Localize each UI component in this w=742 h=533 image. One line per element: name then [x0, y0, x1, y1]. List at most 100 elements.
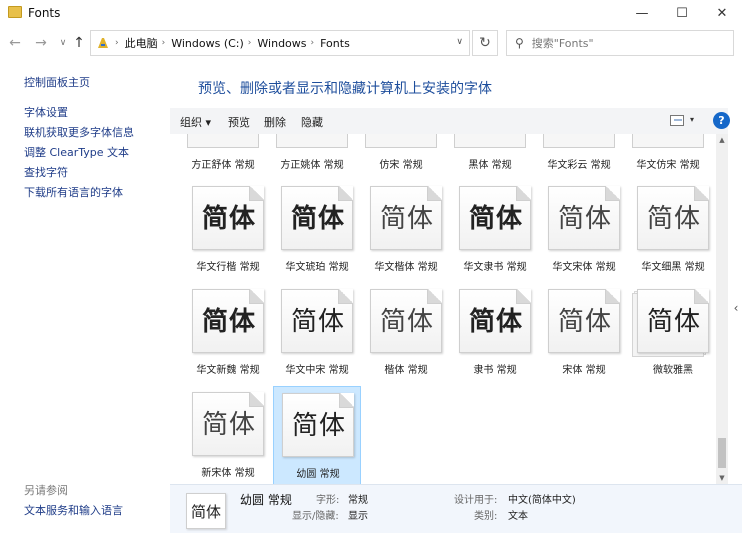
font-label: 华文中宋 常规: [285, 365, 349, 376]
font-tile-partial[interactable]: [365, 134, 437, 148]
back-button[interactable]: ←: [6, 34, 24, 52]
font-tile[interactable]: 简体 新宋体 常规: [184, 386, 272, 484]
close-button[interactable]: ✕: [704, 0, 740, 26]
font-label: 华文新魏 常规: [196, 365, 260, 376]
font-tile[interactable]: 简体 华文琥珀 常规: [273, 180, 361, 280]
font-label: 仿宋 常规: [379, 160, 423, 171]
font-sample-text: 简体: [291, 411, 346, 441]
font-tile-partial[interactable]: [632, 134, 704, 148]
find-character-link[interactable]: 查找字符: [24, 164, 68, 180]
preview-button[interactable]: 预览: [228, 114, 250, 130]
font-tile[interactable]: 简体 华文行楷 常规: [184, 180, 272, 280]
font-label: 华文琥珀 常规: [285, 262, 349, 273]
forward-button[interactable]: →: [32, 34, 50, 52]
font-tile[interactable]: 简体 华文楷体 常规: [362, 180, 450, 280]
font-preview-page: 简体: [637, 289, 709, 353]
breadcrumb-drive-c[interactable]: Windows (C:): [171, 37, 244, 50]
main-pane: 预览、删除或者显示和隐藏计算机上安装的字体 组织 ▾ 预览 删除 隐藏 ▾ ? …: [170, 60, 742, 533]
designed-for-value: 中文(简体中文): [508, 495, 576, 506]
font-label: 幼圆 常规: [296, 469, 340, 480]
designed-for-label: 设计用于:: [454, 495, 498, 506]
font-tile[interactable]: 简体 宋体 常规: [540, 283, 628, 383]
font-preview-page: 简体: [370, 289, 442, 353]
scroll-up-icon[interactable]: ▲: [716, 134, 728, 146]
category-label: 类别:: [474, 511, 498, 522]
search-input[interactable]: [531, 36, 722, 50]
font-label: 方正姚体 常规: [280, 160, 344, 171]
fonts-folder-icon: [97, 37, 109, 49]
font-label: 华文彩云 常规: [547, 160, 611, 171]
font-tile[interactable]: 简体 楷体 常规: [362, 283, 450, 383]
breadcrumb-separator: ›: [115, 38, 119, 48]
font-preview-page: 简体: [459, 186, 531, 250]
font-tile-partial[interactable]: [187, 134, 259, 148]
vertical-scrollbar[interactable]: ▲ ▼: [716, 134, 728, 484]
font-sample-text: 简体: [290, 204, 345, 234]
font-label: 新宋体 常规: [201, 468, 255, 479]
refresh-button[interactable]: ↻: [472, 30, 498, 56]
search-box[interactable]: ⚲: [506, 30, 734, 56]
font-label: 华文仿宋 常规: [636, 160, 700, 171]
hide-button[interactable]: 隐藏: [301, 114, 323, 130]
delete-button[interactable]: 删除: [264, 114, 286, 130]
font-sample-text: 简体: [379, 307, 434, 337]
font-tile[interactable]: 简体 隶书 常规: [451, 283, 539, 383]
details-pane: 简体 幼圆 常规 字形: 常规 显示/隐藏: 显示 设计用于: 中文(简体中文)…: [170, 484, 742, 533]
font-tile-partial[interactable]: [543, 134, 615, 148]
view-options-icon[interactable]: [670, 115, 684, 126]
control-panel-home-link[interactable]: 控制面板主页: [24, 74, 90, 90]
address-bar[interactable]: › 此电脑 › Windows (C:) › Windows › Fonts ∨: [90, 30, 470, 56]
left-pane: 控制面板主页 字体设置 联机获取更多字体信息 调整 ClearType 文本 查…: [0, 60, 170, 533]
selected-font-thumbnail: 简体: [186, 493, 226, 529]
font-sample-text: 简体: [646, 307, 701, 337]
show-hide-label: 显示/隐藏:: [292, 511, 339, 522]
address-dropdown-icon[interactable]: ∨: [456, 37, 463, 47]
font-tile-partial[interactable]: [276, 134, 348, 148]
font-tile[interactable]: 简体 华文宋体 常规: [540, 180, 628, 280]
scrollbar-thumb[interactable]: [718, 438, 726, 468]
font-label: 华文宋体 常规: [552, 262, 616, 273]
view-dropdown-icon[interactable]: ▾: [690, 115, 694, 124]
font-tile[interactable]: 简体 微软雅黑: [629, 283, 715, 383]
font-preview-page: 简体: [281, 289, 353, 353]
window-title: Fonts: [28, 6, 61, 20]
title-bar: Fonts — ☐ ✕: [0, 0, 742, 26]
chevron-left-icon[interactable]: ‹: [730, 296, 742, 320]
breadcrumb-separator: ›: [247, 38, 252, 48]
minimize-button[interactable]: —: [624, 0, 660, 26]
font-tile[interactable]: 简体 华文隶书 常规: [451, 180, 539, 280]
font-grid: 方正舒体 常规 方正姚体 常规 仿宋 常规 黑体 常规 华文彩云 常规 华文仿宋…: [170, 134, 715, 484]
breadcrumb-fonts[interactable]: Fonts: [320, 37, 350, 50]
font-tile[interactable]: 简体 华文细黑 常规: [629, 180, 715, 280]
font-preview-page: 简体: [548, 289, 620, 353]
font-tile[interactable]: 简体 华文新魏 常规: [184, 283, 272, 383]
font-label: 华文细黑 常规: [641, 262, 705, 273]
font-settings-link[interactable]: 字体设置: [24, 104, 68, 120]
breadcrumb-this-pc[interactable]: 此电脑: [125, 35, 158, 51]
font-sample-text: 简体: [201, 410, 256, 440]
see-also-title: 另请参阅: [24, 484, 68, 497]
scroll-down-icon[interactable]: ▼: [716, 472, 728, 484]
font-label: 隶书 常规: [473, 365, 517, 376]
text-services-link[interactable]: 文本服务和输入语言: [24, 502, 123, 518]
organize-button[interactable]: 组织 ▾: [180, 114, 211, 130]
font-preview-page: 简体: [281, 186, 353, 250]
font-tile[interactable]: 简体 幼圆 常规: [273, 386, 361, 484]
font-sample-text: 简体: [201, 204, 256, 234]
maximize-button[interactable]: ☐: [664, 0, 700, 26]
breadcrumb-separator: ›: [161, 38, 166, 48]
get-more-fonts-link[interactable]: 联机获取更多字体信息: [24, 124, 134, 140]
font-tile-partial[interactable]: [454, 134, 526, 148]
download-fonts-link[interactable]: 下载所有语言的字体: [24, 184, 123, 200]
help-button[interactable]: ?: [713, 112, 730, 129]
up-button[interactable]: ↑: [70, 34, 88, 52]
font-sample-text: 简体: [201, 307, 256, 337]
font-label: 黑体 常规: [468, 160, 512, 171]
breadcrumb-windows[interactable]: Windows: [257, 37, 306, 50]
font-preview-page: 简体: [548, 186, 620, 250]
cleartype-link[interactable]: 调整 ClearType 文本: [24, 144, 129, 160]
font-tile[interactable]: 简体 华文中宋 常规: [273, 283, 361, 383]
selected-font-name: 幼圆 常规: [240, 493, 292, 507]
page-title: 预览、删除或者显示和隐藏计算机上安装的字体: [198, 81, 492, 97]
font-sample-text: 简体: [468, 307, 523, 337]
